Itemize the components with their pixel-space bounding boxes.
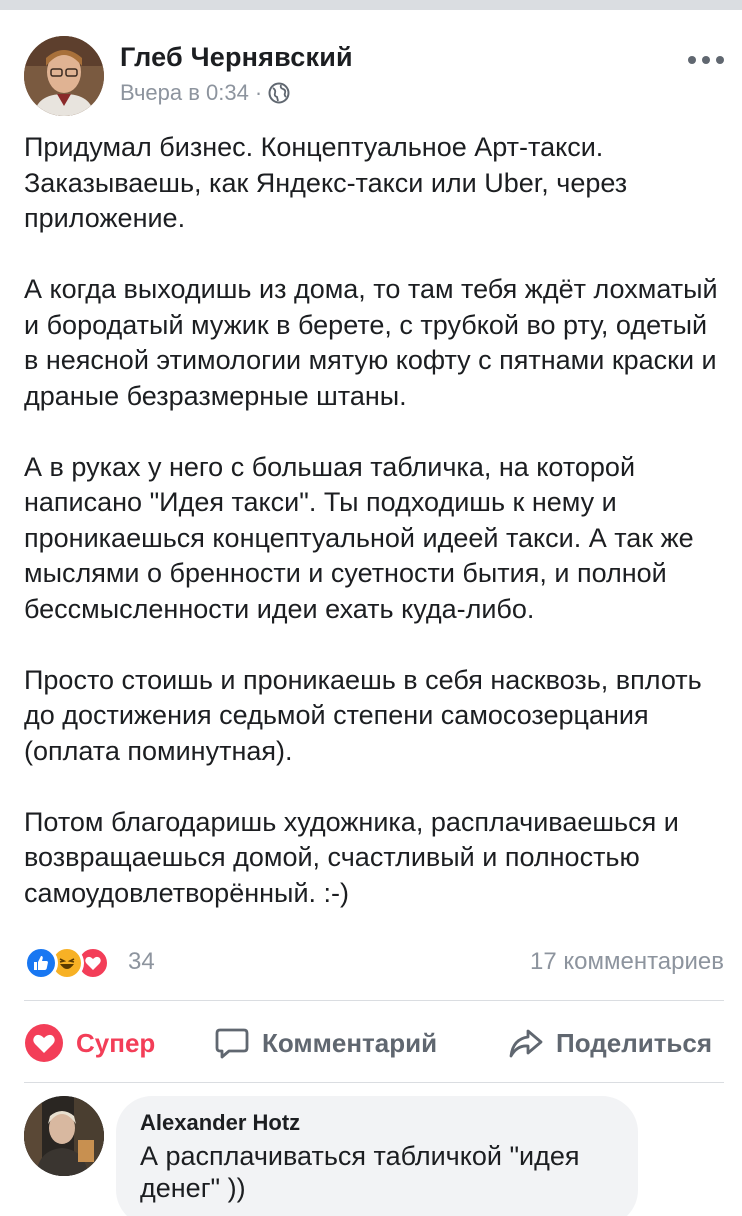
dot-icon [702, 56, 710, 64]
top-strip [0, 0, 742, 10]
reaction-icons[interactable] [24, 946, 124, 982]
comment-line: А расплачиваться табличкой "идея [140, 1141, 580, 1171]
post-paragraph: А когда выходишь из дома, то там тебя жд… [24, 274, 718, 411]
comment-line: денег" )) [140, 1173, 246, 1203]
post-text: Придумал бизнес. Концептуальное Арт-такс… [24, 130, 724, 911]
post-header: Глеб Чернявский Вчера в 0:34 · [24, 36, 724, 116]
comment-button[interactable]: Комментарий [214, 1018, 437, 1068]
reactions-summary[interactable]: 34 17 комментариев [24, 944, 724, 984]
author-avatar[interactable] [24, 36, 104, 116]
love-button[interactable]: Супер [24, 1018, 155, 1068]
love-icon [25, 1024, 63, 1062]
post-paragraph: Просто стоишь и проникаешь в себя наскво… [24, 664, 702, 766]
share-icon [509, 1029, 543, 1058]
comment-bubble[interactable]: Alexander Hotz А расплачиваться табличко… [116, 1096, 638, 1216]
commenter-avatar[interactable] [24, 1096, 104, 1176]
share-label: Поделиться [556, 1027, 713, 1058]
divider [24, 1082, 724, 1083]
comments-count[interactable]: 17 комментариев [530, 948, 724, 976]
meta-separator: · [254, 80, 263, 105]
love-label: Супер [76, 1027, 156, 1058]
post-actions: Супер Комментарий Поделиться [24, 1018, 724, 1068]
like-icon [24, 946, 58, 980]
comment: Alexander Hotz А расплачиваться табличко… [24, 1096, 724, 1216]
comment-label: Комментарий [262, 1027, 438, 1058]
comment-text: А расплачиваться табличкой "идея денег" … [140, 1140, 614, 1204]
post-paragraph: А в руках у него с большая табличка, на … [24, 451, 694, 624]
comment-icon [215, 1028, 249, 1059]
dot-icon [716, 56, 724, 64]
post-paragraph: Потом благодаришь художника, расплачивае… [24, 806, 679, 908]
post-meta: Вчера в 0:34 · [120, 80, 290, 106]
author-name[interactable]: Глеб Чернявский [120, 42, 353, 73]
share-button[interactable]: Поделиться [508, 1018, 712, 1068]
divider [24, 1000, 724, 1001]
reaction-count[interactable]: 34 [128, 948, 155, 976]
globe-icon[interactable] [268, 82, 290, 104]
commenter-name[interactable]: Alexander Hotz [140, 1110, 614, 1136]
more-options-button[interactable] [688, 50, 724, 70]
dot-icon [688, 56, 696, 64]
post-paragraph: Придумал бизнес. Концептуальное Арт-такс… [24, 132, 628, 233]
post-timestamp[interactable]: Вчера в 0:34 [120, 80, 249, 106]
